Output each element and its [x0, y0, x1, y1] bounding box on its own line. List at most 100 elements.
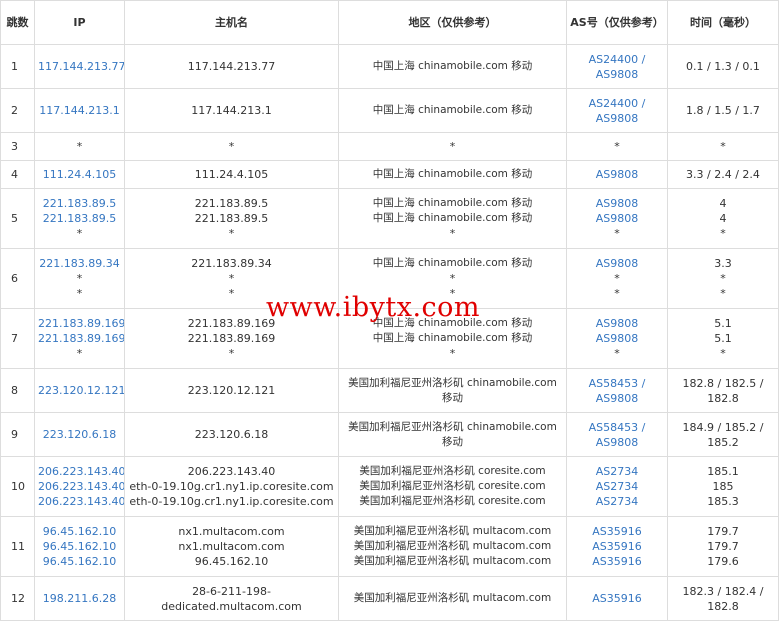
hostname-text: 221.183.89.34 [191, 257, 272, 270]
as-link[interactable]: AS35916 [570, 539, 664, 554]
header-host: 主机名 [124, 0, 339, 45]
hosts-cell: 221.183.89.5 221.183.89.5 * [124, 188, 339, 249]
as-link[interactable]: AS24400 / [570, 96, 664, 111]
ip-link[interactable]: 198.211.6.28 [38, 591, 121, 606]
time-text: 3.3 [714, 257, 732, 270]
as-cell: AS58453 /AS9808 [566, 368, 668, 413]
region-text: 美国加利福尼亚州洛杉矶 coresite.com [359, 480, 546, 492]
ip-link[interactable]: 221.183.89.5 [38, 211, 121, 226]
hop-number: 3 [0, 132, 35, 161]
hostname-text: 28-6-211-198- [192, 584, 271, 598]
as-cell: AS24400 /AS9808 [566, 88, 668, 133]
as-link[interactable]: AS9808 [570, 196, 664, 211]
region-text: 美国加利福尼亚州洛杉矶 multacom.com [353, 592, 552, 604]
regions-cell: 美国加利福尼亚州洛杉矶 chinamobile.com 移动 [338, 368, 567, 413]
ips-cell: 117.144.213.77 [34, 44, 125, 89]
as-link[interactable]: AS9808 [570, 331, 664, 346]
ip-link[interactable]: 221.183.89.5 [38, 196, 121, 211]
ip-link[interactable]: 223.120.12.121 [38, 383, 124, 398]
table-row: 9 223.120.6.18 223.120.6.18 美国加利福尼亚州洛杉矶 chi… [0, 412, 779, 457]
traceroute-page: 跳数 IP 主机名 地区（仅供参考） AS号（仅供参考） 时间（毫秒） 1 117… [0, 0, 780, 626]
hostname-text: nx1.multacom.com [178, 525, 285, 538]
times-cell: 0.1 / 1.3 / 0.1 [667, 44, 779, 89]
ip-link[interactable]: 96.45.162.10 [38, 554, 121, 569]
hop-number: 5 [0, 188, 35, 249]
hostname-text: dedicated.multacom.com [161, 599, 302, 613]
region-text: 移动 [442, 391, 463, 404]
region-text: 中国上海 chinamobile.com 移动 [372, 332, 533, 344]
as-link[interactable]: AS35916 [570, 554, 664, 569]
ips-cell: 117.144.213.1 [34, 88, 125, 133]
as-link[interactable]: AS9808 [570, 111, 664, 126]
hostname-text: 221.183.89.169 [187, 317, 276, 330]
timeout-marker: * [449, 347, 456, 360]
hop-number: 6 [0, 248, 35, 309]
ips-cell: 96.45.162.10 96.45.162.10 96.45.162.10 [34, 516, 125, 577]
as-cell: AS35916 AS35916 AS35916 [566, 516, 668, 577]
as-link[interactable]: AS2734 [570, 464, 664, 479]
time-text: 185.1 [707, 465, 739, 478]
hosts-cell: 117.144.213.77 [124, 44, 339, 89]
timeout-marker: * [614, 347, 620, 360]
as-link[interactable]: AS9808 [570, 211, 664, 226]
timeout-marker: * [614, 227, 620, 240]
hop-number: 11 [0, 516, 35, 577]
time-text: 182.8 [707, 599, 739, 613]
as-link[interactable]: AS35916 [570, 591, 664, 606]
times-cell: 3.3 * * [667, 248, 779, 309]
table-row: 7 221.183.89.169 221.183.89.169 * 221.183.89… [0, 308, 779, 369]
hostname-text: 117.144.213.77 [187, 60, 276, 73]
ip-link[interactable]: 221.183.89.34 [38, 256, 121, 271]
as-cell: AS9808 AS9808 * [566, 188, 668, 249]
hostname-text: 206.223.143.40 [187, 465, 276, 478]
as-cell: AS9808 AS9808 * [566, 308, 668, 369]
as-link[interactable]: AS35916 [570, 524, 664, 539]
timeout-marker: * [614, 272, 620, 285]
as-link[interactable]: AS2734 [570, 494, 664, 509]
table-row: 11 96.45.162.10 96.45.162.10 96.45.162.10 nx… [0, 516, 779, 577]
hosts-cell: 221.183.89.169 221.183.89.169 * [124, 308, 339, 369]
as-link[interactable]: AS2734 [570, 479, 664, 494]
as-link[interactable]: AS9808 [570, 435, 664, 450]
header-time: 时间（毫秒） [667, 0, 779, 45]
as-link[interactable]: AS9808 [570, 256, 664, 271]
table-row: 5 221.183.89.5 221.183.89.5 * 221.183.89.5 22… [0, 188, 779, 249]
ip-link[interactable]: 206.223.143.40 [38, 479, 124, 494]
regions-cell: 中国上海 chinamobile.com 移动 [338, 160, 567, 189]
ip-link[interactable]: 206.223.143.40 [38, 494, 124, 509]
regions-cell: 中国上海 chinamobile.com 移动 [338, 88, 567, 133]
header-region: 地区（仅供参考） [338, 0, 567, 45]
ip-link[interactable]: 117.144.213.1 [38, 103, 121, 118]
as-link[interactable]: AS9808 [570, 167, 664, 182]
timeout-marker: * [228, 347, 235, 360]
as-link[interactable]: AS9808 [570, 391, 664, 406]
region-text: 中国上海 chinamobile.com 移动 [372, 168, 533, 180]
regions-cell: 美国加利福尼亚州洛杉矶 multacom.com [338, 576, 567, 621]
as-link[interactable]: AS9808 [570, 67, 664, 82]
time-text: 184.9 / 185.2 / [682, 420, 764, 434]
ip-link[interactable]: 221.183.89.169 [38, 316, 124, 331]
as-link[interactable]: AS24400 / [570, 52, 664, 67]
timeout-marker: * [449, 272, 456, 285]
regions-cell: 美国加利福尼亚州洛杉矶 multacom.com 美国加利福尼亚州洛杉矶 mult… [338, 516, 567, 577]
ip-link[interactable]: 96.45.162.10 [38, 524, 121, 539]
regions-cell: 美国加利福尼亚州洛杉矶 coresite.com 美国加利福尼亚州洛杉矶 core… [338, 456, 567, 517]
ip-link[interactable]: 206.223.143.40 [38, 464, 124, 479]
ip-link[interactable]: 96.45.162.10 [38, 539, 121, 554]
ip-link[interactable]: 223.120.6.18 [38, 427, 121, 442]
hostname-text: 111.24.4.105 [194, 168, 269, 181]
table-row: 6 221.183.89.34 * * 221.183.89.34 * * 中国上海 chin… [0, 248, 779, 309]
region-text: 美国加利福尼亚州洛杉矶 coresite.com [359, 495, 546, 507]
ips-cell: 111.24.4.105 [34, 160, 125, 189]
hostname-text: 223.120.6.18 [194, 428, 269, 441]
as-link[interactable]: AS9808 [570, 316, 664, 331]
ip-link[interactable]: 111.24.4.105 [38, 167, 121, 182]
as-link[interactable]: AS58453 / [570, 376, 664, 391]
ips-cell: 221.183.89.34 * * [34, 248, 125, 309]
ip-link[interactable]: 221.183.89.169 [38, 331, 124, 346]
ip-link[interactable]: 117.144.213.77 [38, 59, 124, 74]
as-link[interactable]: AS58453 / [570, 420, 664, 435]
hostname-text: 223.120.12.121 [187, 384, 276, 397]
timeout-marker: * [76, 347, 83, 360]
times-cell: 1.8 / 1.5 / 1.7 [667, 88, 779, 133]
